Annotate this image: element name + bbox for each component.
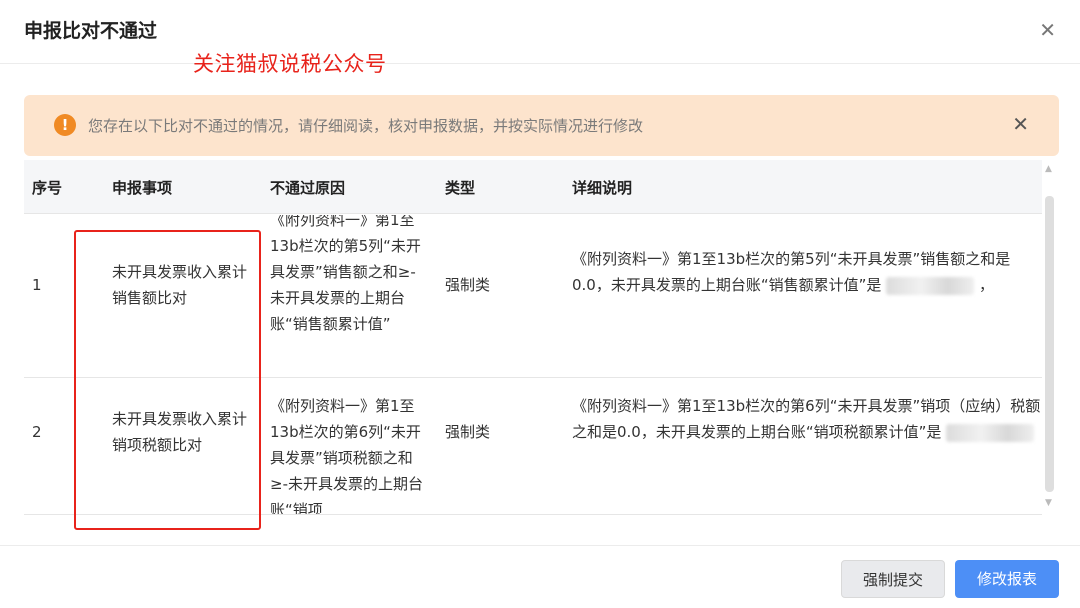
row-reason: 《附列资料一》第1至13b栏次的第6列“未开具发票”销项税额之和≥-未开具发票的… xyxy=(270,397,423,515)
row-detail: 《附列资料一》第1至13b栏次的第5列“未开具发票”销售额之和是0.0，未开具发… xyxy=(572,246,1042,298)
table-scrollbar[interactable]: ▲ ▼ xyxy=(1042,160,1056,515)
header-detail: 详细说明 xyxy=(572,179,633,197)
warning-icon: ! xyxy=(54,114,76,136)
header-seq: 序号 xyxy=(32,179,63,197)
close-icon[interactable]: ✕ xyxy=(1039,18,1056,42)
force-submit-button[interactable]: 强制提交 xyxy=(841,560,945,598)
redacted-value xyxy=(946,423,1035,442)
row-seq: 1 xyxy=(32,276,42,294)
header-type: 类型 xyxy=(445,179,476,197)
alert-close-icon[interactable]: ✕ xyxy=(1012,112,1029,136)
row-detail-suffix: ， xyxy=(978,276,994,294)
dialog-header: 申报比对不通过 ✕ xyxy=(0,0,1080,64)
comparison-failed-dialog: 申报比对不通过 ✕ 关注猫叔说税公众号 ! 您存在以下比对不通过的情况，请仔细阅… xyxy=(0,0,1080,608)
header-reason: 不通过原因 xyxy=(270,179,346,197)
scroll-down-icon[interactable]: ▼ xyxy=(1045,498,1052,508)
row-detail: 《附列资料一》第1至13b栏次的第6列“未开具发票”销项（应纳）税额之和是0.0… xyxy=(572,393,1042,445)
table-row: 2 未开具发票收入累计销项税额比对 《附列资料一》第1至13b栏次的第6列“未开… xyxy=(24,379,1042,515)
header-item: 申报事项 xyxy=(112,179,173,197)
row-seq: 2 xyxy=(32,423,42,441)
row-reason: 《附列资料一》第1至13b栏次的第5列“未开具发票”销售额之和≥-未开具发票的上… xyxy=(270,215,421,333)
table-header: 序号 申报事项 不通过原因 类型 详细说明 xyxy=(24,160,1042,214)
warning-alert: ! 您存在以下比对不通过的情况，请仔细阅读，核对申报数据，并按实际情况进行修改 … xyxy=(24,95,1059,156)
row-type: 强制类 xyxy=(445,276,491,294)
scroll-up-icon[interactable]: ▲ xyxy=(1045,164,1052,174)
table-row: 1 未开具发票收入累计销售额比对 《附列资料一》第1至13b栏次的第5列“未开具… xyxy=(24,215,1042,378)
alert-message: 您存在以下比对不通过的情况，请仔细阅读，核对申报数据，并按实际情况进行修改 xyxy=(88,117,644,135)
row-item: 未开具发票收入累计销项税额比对 xyxy=(112,410,248,454)
row-type: 强制类 xyxy=(445,423,491,441)
dialog-title: 申报比对不通过 xyxy=(24,20,158,42)
dialog-footer: 强制提交 修改报表 xyxy=(0,545,1080,608)
scroll-thumb[interactable] xyxy=(1045,196,1054,492)
edit-report-button[interactable]: 修改报表 xyxy=(955,560,1059,598)
watermark-text: 关注猫叔说税公众号 xyxy=(193,52,387,76)
row-item: 未开具发票收入累计销售额比对 xyxy=(112,263,248,307)
redacted-value xyxy=(886,276,975,295)
comparison-table: 序号 申报事项 不通过原因 类型 详细说明 1 未开具发票收入累计销售额比对 《… xyxy=(24,160,1057,515)
